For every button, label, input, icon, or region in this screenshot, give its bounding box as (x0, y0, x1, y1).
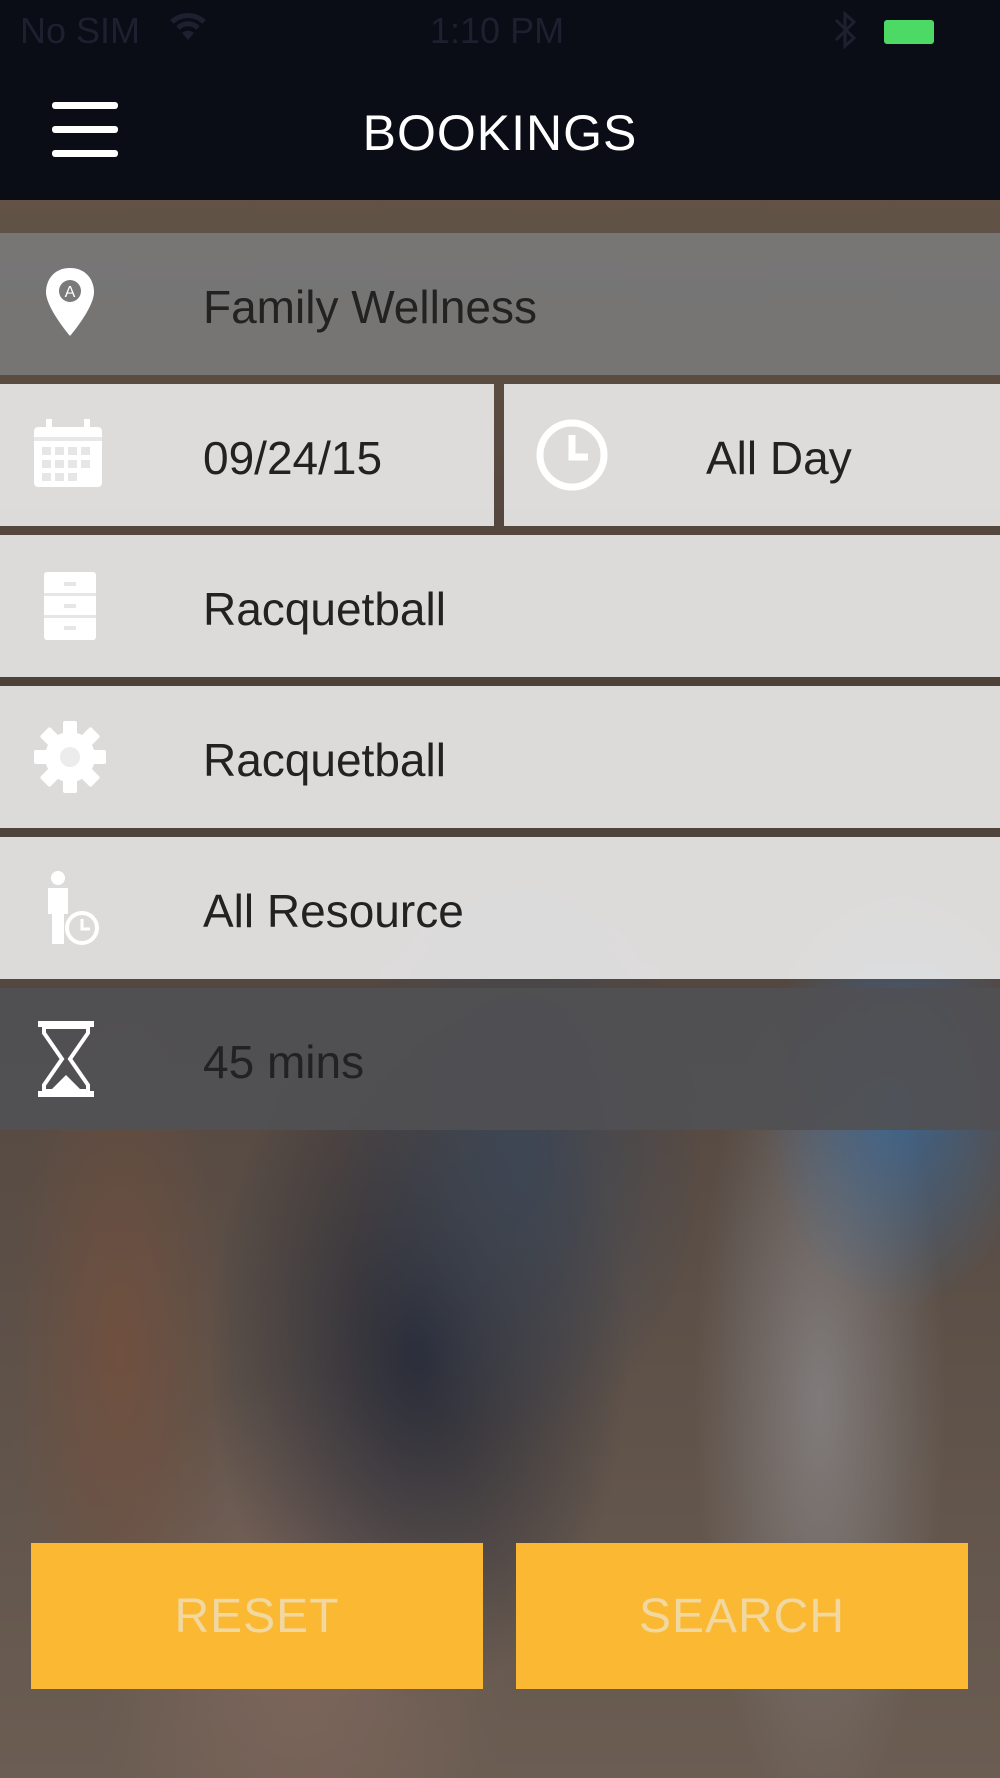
date-selector[interactable]: 09/24/15 (0, 384, 494, 526)
date-value: 09/24/15 (203, 432, 383, 484)
activity-value: Racquetball (203, 734, 446, 786)
facility-selector[interactable]: Racquetball (0, 535, 1000, 677)
gear-icon (30, 717, 110, 797)
calendar-icon (30, 415, 110, 495)
reset-button[interactable]: RESET (31, 1543, 483, 1689)
battery-icon (884, 20, 934, 44)
duration-selector[interactable]: 45 mins (0, 988, 1000, 1130)
action-bar: RESET SEARCH (0, 1543, 1000, 1689)
facility-value: Racquetball (203, 583, 446, 635)
person-clock-icon (30, 868, 110, 948)
time-value: All Day (706, 432, 852, 484)
clock-icon (534, 415, 614, 495)
svg-text:A: A (65, 284, 76, 301)
location-selector[interactable]: A Family Wellness (0, 233, 1000, 375)
map-pin-icon: A (30, 264, 110, 344)
status-bar: No SIM 1:10 PM (0, 0, 1000, 60)
bluetooth-icon (832, 10, 858, 50)
resource-value: All Resource (203, 885, 464, 937)
page-title: BOOKINGS (362, 105, 638, 161)
wifi-icon (168, 10, 208, 44)
cabinet-icon (30, 566, 110, 646)
location-value: Family Wellness (203, 281, 537, 333)
clock-label: 1:10 PM (430, 10, 565, 51)
resource-selector[interactable]: All Resource (0, 837, 1000, 979)
carrier-label: No SIM (20, 10, 141, 51)
search-button[interactable]: SEARCH (516, 1543, 968, 1689)
hourglass-icon (30, 1019, 110, 1099)
app-header: BOOKINGS (0, 60, 1000, 200)
time-selector[interactable]: All Day (504, 384, 1000, 526)
duration-value: 45 mins (203, 1036, 365, 1088)
activity-selector[interactable]: Racquetball (0, 686, 1000, 828)
